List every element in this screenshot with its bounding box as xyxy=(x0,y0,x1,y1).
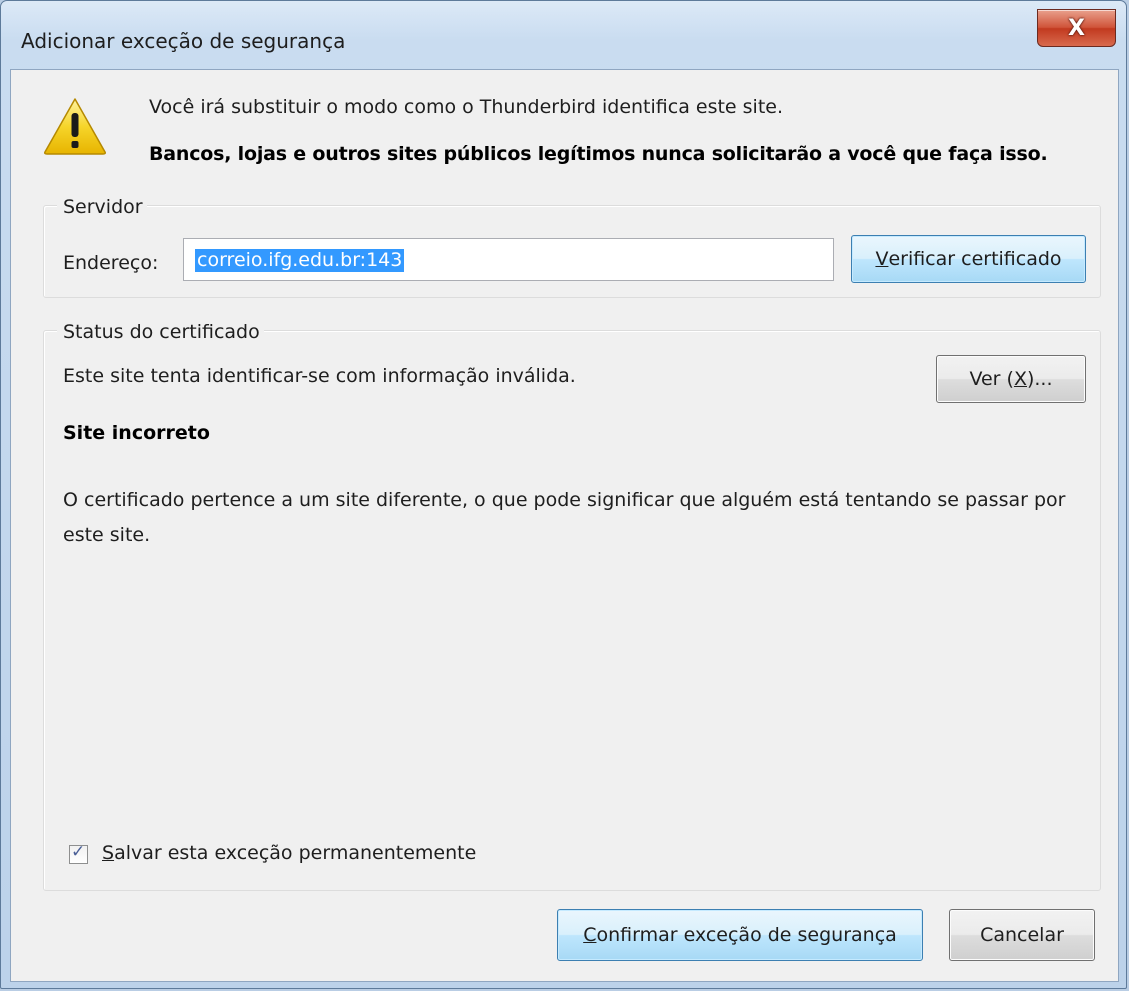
cancel-button[interactable]: Cancelar xyxy=(949,909,1095,961)
dialog-body: Você irá substituir o modo como o Thunde… xyxy=(10,69,1119,982)
verify-label: erificar certificado xyxy=(888,248,1062,270)
view-label-after: )... xyxy=(1026,368,1053,390)
permanent-mnemonic: S xyxy=(102,842,115,864)
dialog-window: Adicionar exceção de segurança X Você ir… xyxy=(0,0,1127,989)
confirm-mnemonic: C xyxy=(583,924,597,946)
status-description: O certificado pertence a um site diferen… xyxy=(63,489,1066,546)
confirm-label: onfirmar exceção de segurança xyxy=(596,924,897,946)
view-mnemonic: X xyxy=(1013,368,1027,390)
address-value: correio.ifg.edu.br:143 xyxy=(195,249,405,272)
permanent-checkbox[interactable]: ✓ xyxy=(69,842,88,864)
verify-mnemonic: V xyxy=(875,248,889,270)
permanent-label: alvar esta exceção permanentemente xyxy=(114,842,477,864)
close-icon: X xyxy=(1068,15,1085,41)
confirm-exception-button[interactable]: Confirmar exceção de segurança xyxy=(557,909,923,961)
permanent-checkbox-label[interactable]: Salvar esta exceção permanentemente xyxy=(102,842,476,864)
view-certificate-button[interactable]: Ver (X)... xyxy=(936,355,1086,403)
warning-message-bold: Bancos, lojas e outros sites públicos le… xyxy=(149,143,1048,165)
warning-triangle-icon xyxy=(44,98,106,155)
window-title: Adicionar exceção de segurança xyxy=(21,29,346,53)
status-title: Site incorreto xyxy=(63,422,210,444)
address-label: Endereço: xyxy=(63,252,159,274)
close-button[interactable]: X xyxy=(1037,9,1116,47)
view-label-before: Ver ( xyxy=(969,368,1014,390)
verify-certificate-button[interactable]: Verificar certificado xyxy=(851,235,1086,283)
title-bar[interactable]: Adicionar exceção de segurança X xyxy=(1,1,1126,69)
warning-message: Você irá substituir o modo como o Thunde… xyxy=(149,96,784,118)
status-message: Este site tenta identificar-se com infor… xyxy=(63,365,576,387)
certificate-status-group xyxy=(43,330,1101,891)
server-group-label: Servidor xyxy=(57,196,147,218)
address-input[interactable]: correio.ifg.edu.br:143 xyxy=(183,238,834,281)
certificate-status-label: Status do certificado xyxy=(57,321,264,343)
checkmark-icon: ✓ xyxy=(71,842,86,862)
